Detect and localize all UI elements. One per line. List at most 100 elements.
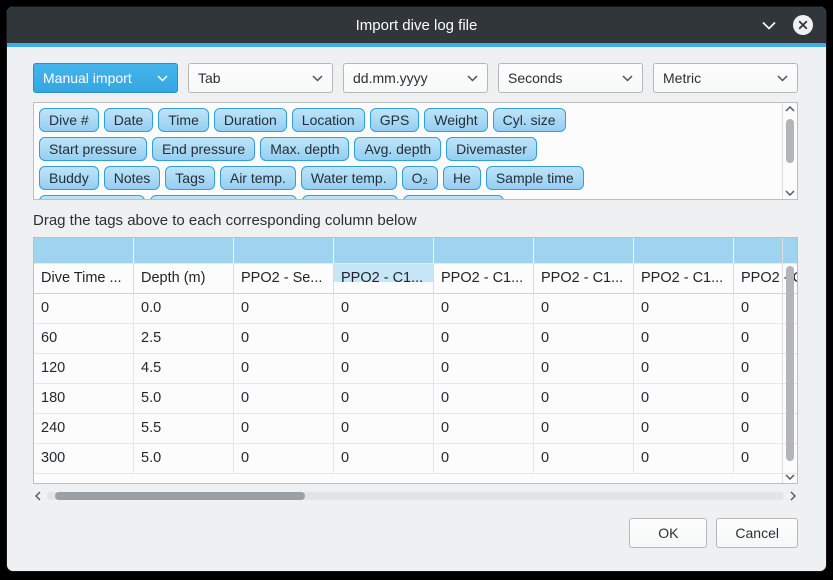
tag-row: Sample depth Sample temperature Sample pO₂… bbox=[39, 195, 775, 200]
tag-area-scrollbar[interactable] bbox=[782, 103, 797, 199]
table-row: 3005.0000000 bbox=[34, 444, 798, 474]
table-header-row: Dive Time ...Depth (m)PPO2 - Se...PPO2 -… bbox=[34, 264, 798, 294]
drag-instruction-label: Drag the tags above to each correspondin… bbox=[33, 212, 798, 229]
table-horizontal-scrollbar[interactable] bbox=[33, 489, 798, 503]
tag-water-temp[interactable]: Water temp. bbox=[301, 166, 397, 190]
tag-rows: Dive #DateTimeDurationLocationGPSWeightC… bbox=[39, 108, 775, 200]
tag-air-temp[interactable]: Air temp. bbox=[220, 166, 296, 190]
tag-row: BuddyNotesTagsAir temp.Water temp.O₂HeSa… bbox=[39, 166, 775, 190]
scrollbar-thumb[interactable] bbox=[786, 266, 794, 461]
scrollbar-thumb[interactable] bbox=[786, 119, 794, 163]
tag-he[interactable]: He bbox=[443, 166, 481, 190]
table-cell: 0 bbox=[534, 384, 634, 414]
tag-notes[interactable]: Notes bbox=[104, 166, 161, 190]
column-header[interactable]: PPO2 - C1... bbox=[334, 264, 434, 294]
tag-start-pressure[interactable]: Start pressure bbox=[39, 137, 147, 161]
table-cell: 5.0 bbox=[134, 444, 234, 474]
scrollbar-thumb[interactable] bbox=[55, 492, 305, 500]
tag-duration[interactable]: Duration bbox=[214, 108, 287, 132]
scroll-down-button[interactable] bbox=[783, 474, 797, 480]
tag-avg-depth[interactable]: Avg. depth bbox=[354, 137, 441, 161]
dialog-body: Manual import Tab dd.mm.yyyy Seconds bbox=[7, 47, 826, 571]
table-cell: 0 bbox=[434, 294, 534, 324]
field-separator-value: Tab bbox=[198, 70, 221, 86]
table-cell: 0 bbox=[234, 354, 334, 384]
table-row: 1204.5000000 bbox=[34, 354, 798, 384]
table-cell: 0 bbox=[334, 444, 434, 474]
chevron-down-icon bbox=[762, 21, 776, 30]
tag-sample-cns[interactable]: Sample CNS bbox=[403, 195, 504, 200]
table-cell: 180 bbox=[34, 384, 134, 414]
close-icon bbox=[792, 14, 814, 36]
chevron-down-icon bbox=[157, 75, 168, 82]
preview-table: Dive Time ...Depth (m)PPO2 - Se...PPO2 -… bbox=[33, 237, 798, 484]
drop-target-cell[interactable] bbox=[534, 238, 634, 264]
column-header[interactable]: PPO2 - C1... bbox=[634, 264, 734, 294]
tag-row: Dive #DateTimeDurationLocationGPSWeightC… bbox=[39, 108, 775, 132]
scroll-right-button[interactable] bbox=[790, 491, 796, 501]
drop-row bbox=[34, 238, 798, 264]
scroll-left-button[interactable] bbox=[35, 491, 41, 501]
tag-gps[interactable]: GPS bbox=[370, 108, 420, 132]
drop-target-cell[interactable] bbox=[634, 238, 734, 264]
table-body: 00.0000000602.50000001204.50000001805.00… bbox=[34, 294, 798, 474]
table-cell: 0 bbox=[334, 294, 434, 324]
table-cell: 120 bbox=[34, 354, 134, 384]
drop-target-cell[interactable] bbox=[134, 238, 234, 264]
ok-button[interactable]: OK bbox=[629, 518, 707, 548]
tag-tags[interactable]: Tags bbox=[165, 166, 215, 190]
tag-sample-time[interactable]: Sample time bbox=[486, 166, 584, 190]
table-cell: 0 bbox=[234, 444, 334, 474]
tag-weight[interactable]: Weight bbox=[424, 108, 487, 132]
drop-target-cell[interactable] bbox=[34, 238, 134, 264]
tag-sample-depth[interactable]: Sample depth bbox=[39, 195, 145, 200]
import-options-row: Manual import Tab dd.mm.yyyy Seconds bbox=[33, 63, 798, 93]
time-format-select[interactable]: Seconds bbox=[498, 63, 643, 93]
tag-buddy[interactable]: Buddy bbox=[39, 166, 99, 190]
units-select[interactable]: Metric bbox=[653, 63, 798, 93]
table-row: 2405.5000000 bbox=[34, 414, 798, 444]
drop-target-cell[interactable] bbox=[234, 238, 334, 264]
table-cell: 300 bbox=[34, 444, 134, 474]
scroll-down-button[interactable] bbox=[783, 190, 797, 196]
tag-location[interactable]: Location bbox=[292, 108, 365, 132]
tag-cyl-size[interactable]: Cyl. size bbox=[493, 108, 566, 132]
drop-target-cell[interactable] bbox=[334, 238, 434, 264]
window-shade-button[interactable] bbox=[762, 21, 776, 30]
import-type-select[interactable]: Manual import bbox=[33, 63, 178, 93]
chevron-right-icon bbox=[790, 491, 796, 501]
table-cell: 240 bbox=[34, 414, 134, 444]
date-format-select[interactable]: dd.mm.yyyy bbox=[343, 63, 488, 93]
column-header[interactable]: Dive Time ... bbox=[34, 264, 134, 294]
tag-end-pressure[interactable]: End pressure bbox=[152, 137, 255, 161]
tag-divemaster[interactable]: Divemaster bbox=[446, 137, 537, 161]
drop-target-cell[interactable] bbox=[434, 238, 534, 264]
dialog-footer: OK Cancel bbox=[33, 518, 798, 564]
cancel-button[interactable]: Cancel bbox=[716, 518, 798, 548]
table-cell: 5.0 bbox=[134, 384, 234, 414]
tag-time[interactable]: Time bbox=[158, 108, 209, 132]
scroll-up-button[interactable] bbox=[783, 106, 797, 112]
table-vertical-scrollbar[interactable] bbox=[782, 238, 797, 483]
table-cell: 0 bbox=[234, 324, 334, 354]
tag-max-depth[interactable]: Max. depth bbox=[260, 137, 349, 161]
column-header[interactable]: PPO2 - C1... bbox=[534, 264, 634, 294]
close-button[interactable] bbox=[792, 14, 814, 36]
column-header[interactable]: Depth (m) bbox=[134, 264, 234, 294]
tag-sample-temperature[interactable]: Sample temperature bbox=[150, 195, 297, 200]
table-cell: 0 bbox=[434, 354, 534, 384]
column-header[interactable]: PPO2 - C1... bbox=[434, 264, 534, 294]
import-dialog-window: Import dive log file Manual import bbox=[6, 6, 827, 572]
titlebar[interactable]: Import dive log file bbox=[7, 7, 826, 43]
table-cell: 0 bbox=[434, 384, 534, 414]
tag-date[interactable]: Date bbox=[104, 108, 154, 132]
table-cell: 0 bbox=[634, 414, 734, 444]
tag-dive[interactable]: Dive # bbox=[39, 108, 99, 132]
tag-o[interactable]: O₂ bbox=[402, 166, 438, 190]
chevron-down-icon bbox=[622, 75, 633, 82]
column-header[interactable]: PPO2 - Se... bbox=[234, 264, 334, 294]
chevron-down-icon bbox=[785, 474, 795, 480]
table-cell: 0 bbox=[634, 354, 734, 384]
field-separator-select[interactable]: Tab bbox=[188, 63, 333, 93]
tag-sample-po[interactable]: Sample pO₂ bbox=[302, 195, 397, 200]
